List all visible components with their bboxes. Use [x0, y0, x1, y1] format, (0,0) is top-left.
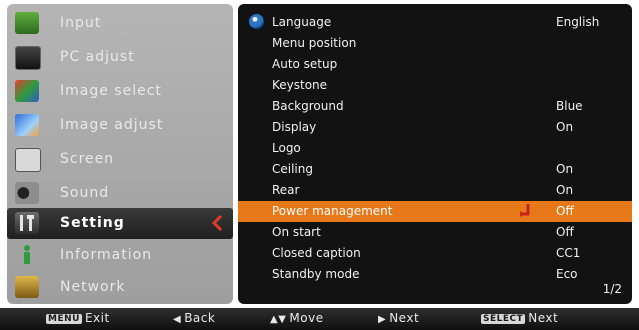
back-label: Back [184, 311, 216, 325]
next-label: Next [389, 311, 420, 325]
select-hint: SELECT Next [481, 311, 558, 325]
settings-panel: Language English Menu position Auto setu… [238, 4, 632, 304]
left-menu: Input PC adjust Image select Image adjus… [7, 4, 233, 304]
network-icon [15, 276, 39, 298]
settings-row-name: Logo [272, 141, 301, 155]
left-arrow-icon: ◀ [173, 314, 182, 325]
menu-item-label: Network [60, 279, 126, 295]
menu-key-icon: MENU [46, 314, 82, 324]
pointer-icon [518, 203, 534, 219]
screen-icon [15, 148, 41, 172]
menu-item-screen[interactable]: Screen [7, 144, 233, 175]
settings-row-name: Display [272, 120, 317, 134]
settings-row-name: Auto setup [272, 57, 338, 71]
projector-osd: Input PC adjust Image select Image adjus… [0, 0, 639, 330]
menu-item-information[interactable]: Information [7, 240, 233, 271]
menu-item-image-adjust[interactable]: Image adjust [7, 110, 233, 141]
menu-item-input[interactable]: Input [7, 8, 233, 39]
settings-row-value: Off [556, 204, 574, 218]
settings-row-keystone[interactable]: Keystone [238, 75, 632, 96]
setting-icon [15, 212, 39, 234]
menu-item-sound[interactable]: Sound [7, 178, 233, 209]
settings-row-name: Ceiling [272, 162, 313, 176]
right-arrow-icon: ▶ [378, 314, 387, 325]
settings-row-menu-position[interactable]: Menu position [238, 33, 632, 54]
exit-label: Exit [84, 311, 110, 325]
settings-row-standby-mode[interactable]: Standby mode Eco [238, 264, 632, 285]
settings-row-value: Blue [556, 99, 583, 113]
up-down-arrow-icon: ▲▼ [270, 314, 287, 325]
settings-row-display[interactable]: Display On [238, 117, 632, 138]
settings-row-name: Standby mode [272, 267, 360, 281]
menu-item-setting[interactable]: Setting [7, 208, 233, 239]
settings-row-name: Background [272, 99, 344, 113]
settings-row-value: Eco [556, 267, 578, 281]
settings-row-auto-setup[interactable]: Auto setup [238, 54, 632, 75]
settings-row-name: Closed caption [272, 246, 361, 260]
menu-item-label: Information [60, 247, 153, 263]
menu-item-pc-adjust[interactable]: PC adjust [7, 42, 233, 73]
menu-item-label: Input [60, 15, 102, 31]
settings-row-name: Language [272, 15, 332, 29]
settings-row-ceiling[interactable]: Ceiling On [238, 159, 632, 180]
select-key-icon: SELECT [481, 314, 526, 324]
menu-item-label: Screen [60, 151, 115, 167]
menu-item-network[interactable]: Network [7, 272, 233, 303]
back-hint: ◀ Back [173, 311, 215, 325]
image-adjust-icon [15, 114, 39, 136]
navigation-hint-bar: MENU Exit ◀ Back ▲▼ Move ▶ Next SELECT Next [0, 308, 639, 330]
settings-row-background[interactable]: Background Blue [238, 96, 632, 117]
settings-row-name: Power management [272, 204, 393, 218]
sound-icon [15, 182, 39, 204]
settings-row-logo[interactable]: Logo [238, 138, 632, 159]
pc-adjust-icon [15, 46, 41, 70]
settings-row-value: On [556, 120, 574, 134]
next-hint: ▶ Next [378, 311, 419, 325]
settings-row-name: Keystone [272, 78, 328, 92]
settings-row-name: Menu position [272, 36, 357, 50]
settings-row-value: On [556, 183, 574, 197]
settings-row-name: On start [272, 225, 321, 239]
menu-item-label: Sound [60, 185, 110, 201]
settings-row-value: English [556, 15, 600, 29]
menu-item-label: PC adjust [60, 49, 135, 65]
settings-row-power-management[interactable]: Power management Off [238, 201, 632, 222]
move-hint: ▲▼ Move [270, 311, 324, 325]
settings-row-value: Off [556, 225, 574, 239]
settings-row-value: On [556, 162, 574, 176]
settings-row-rear[interactable]: Rear On [238, 180, 632, 201]
menu-item-label: Image adjust [60, 117, 164, 133]
exit-hint: MENU Exit [46, 311, 110, 325]
input-icon [15, 12, 39, 34]
page-indicator: 1/2 [602, 282, 622, 296]
settings-row-language[interactable]: Language English [238, 12, 632, 33]
information-icon [15, 244, 39, 266]
settings-row-name: Rear [272, 183, 300, 197]
move-label: Move [289, 311, 324, 325]
settings-row-value: CC1 [556, 246, 581, 260]
chevron-left-icon [211, 214, 223, 232]
menu-item-label: Image select [60, 83, 162, 99]
select-label: Next [528, 311, 559, 325]
settings-row-closed-caption[interactable]: Closed caption CC1 [238, 243, 632, 264]
menu-item-image-select[interactable]: Image select [7, 76, 233, 107]
menu-item-label: Setting [60, 215, 125, 231]
settings-row-on-start[interactable]: On start Off [238, 222, 632, 243]
globe-icon [249, 14, 264, 29]
image-select-icon [15, 80, 39, 102]
